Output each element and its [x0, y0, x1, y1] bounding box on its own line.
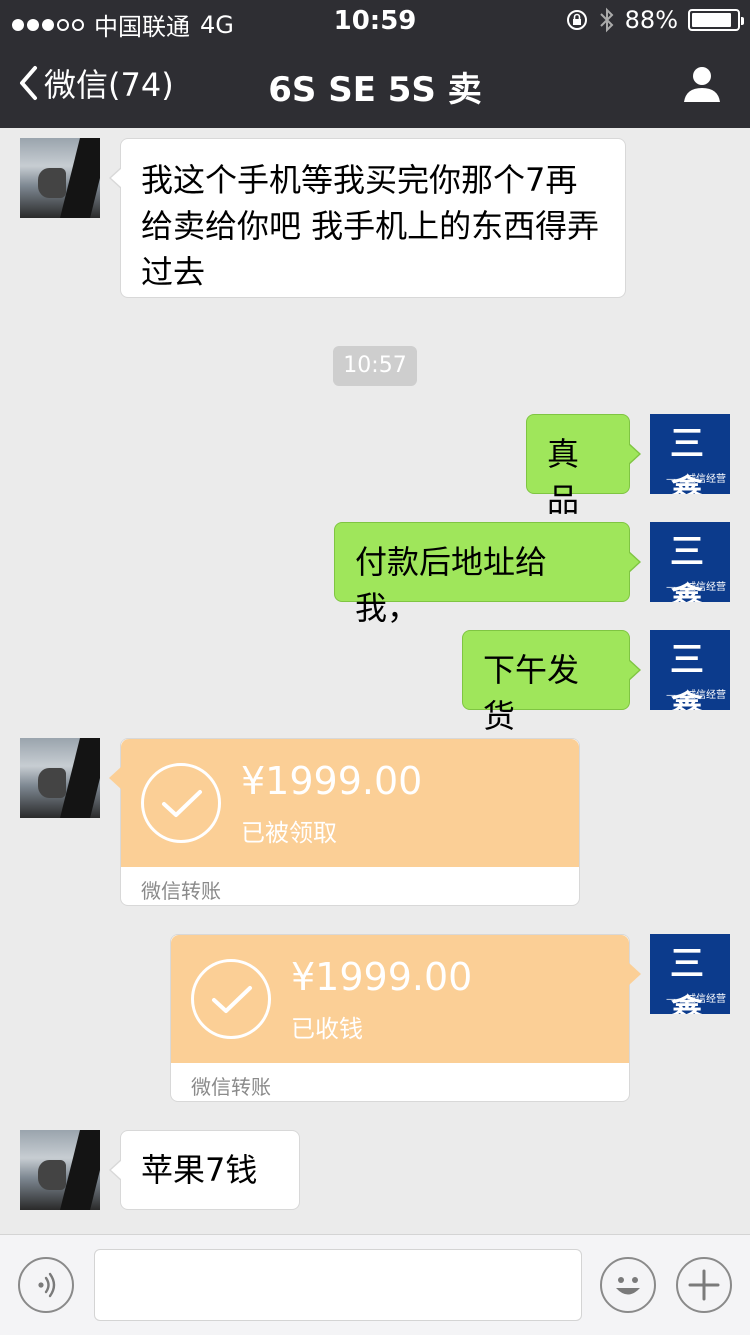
chat-title: 6S SE 5S 卖: [268, 70, 482, 110]
input-bar: [0, 1234, 750, 1335]
my-avatar[interactable]: 三 鑫 ——诚信经营: [650, 934, 730, 1014]
plus-icon: [688, 1269, 720, 1301]
top-bar: 中国联通 4G 10:59 88% 微信(74) 6S SE 5S 卖: [0, 0, 750, 128]
transfer-card[interactable]: ¥1999.00 已被领取 微信转账: [109, 738, 580, 906]
transfer-status: 已收钱: [291, 1015, 363, 1043]
message-text: 苹果7钱: [141, 1151, 258, 1189]
more-button[interactable]: [676, 1257, 732, 1313]
bluetooth-icon: [599, 7, 614, 33]
emoji-button[interactable]: [600, 1257, 656, 1313]
message-row-outgoing: ¥1999.00 已收钱 微信转账 三 鑫 ——诚信经营: [0, 934, 750, 1102]
checkmark-circle-icon: [191, 959, 271, 1039]
my-avatar[interactable]: 三 鑫 ——诚信经营: [650, 414, 730, 494]
transfer-footer-label: 微信转账: [141, 879, 221, 903]
contact-avatar[interactable]: [20, 1130, 100, 1210]
message-bubble[interactable]: 苹果7钱: [109, 1130, 300, 1210]
message-timestamp: 10:57: [333, 346, 417, 386]
message-row-incoming: 我这个手机等我买完你那个7再给卖给你吧 我手机上的东西得弄过去: [0, 138, 750, 298]
transfer-footer-label: 微信转账: [191, 1075, 271, 1099]
message-text: 下午发货: [483, 651, 580, 735]
message-row-incoming: 苹果7钱: [0, 1130, 750, 1210]
message-bubble[interactable]: 真品: [526, 414, 641, 519]
contact-avatar[interactable]: [20, 738, 100, 818]
voice-toggle-button[interactable]: [18, 1257, 74, 1313]
message-row-outgoing: 付款后地址给我， 三 鑫 ——诚信经营: [0, 522, 750, 627]
message-input[interactable]: [94, 1249, 582, 1321]
nav-bar: 微信(74) 6S SE 5S 卖: [0, 40, 750, 128]
battery-percentage: 88%: [624, 6, 678, 34]
my-avatar[interactable]: 三 鑫 ——诚信经营: [650, 522, 730, 602]
checkmark-circle-icon: [141, 763, 221, 843]
transfer-card[interactable]: ¥1999.00 已收钱 微信转账: [170, 934, 641, 1102]
contact-avatar[interactable]: [20, 138, 100, 218]
message-text: 真品: [547, 435, 580, 519]
status-right: 88%: [565, 6, 744, 34]
chat-info-person-icon[interactable]: [682, 64, 722, 104]
status-bar: 中国联通 4G 10:59 88%: [0, 0, 750, 41]
orientation-lock-icon: [566, 10, 587, 30]
transfer-card-header: ¥1999.00 已收钱: [171, 935, 629, 1063]
message-row-incoming: ¥1999.00 已被领取 微信转账: [0, 738, 750, 906]
transfer-amount: ¥1999.00: [241, 759, 423, 803]
message-bubble[interactable]: 付款后地址给我，: [334, 522, 641, 627]
transfer-card-header: ¥1999.00 已被领取: [121, 739, 579, 867]
smiley-icon: [616, 1277, 640, 1295]
message-text: 我这个手机等我买完你那个7再给卖给你吧 我手机上的东西得弄过去: [141, 161, 600, 291]
message-bubble[interactable]: 下午发货: [462, 630, 641, 735]
my-avatar[interactable]: 三 鑫 ——诚信经营: [650, 630, 730, 710]
transfer-status: 已被领取: [241, 819, 337, 847]
message-row-outgoing: 真品 三 鑫 ——诚信经营: [0, 414, 750, 519]
message-text: 付款后地址给我，: [355, 543, 548, 627]
message-bubble[interactable]: 我这个手机等我买完你那个7再给卖给你吧 我手机上的东西得弄过去: [109, 138, 626, 298]
transfer-amount: ¥1999.00: [291, 955, 473, 999]
message-row-outgoing: 下午发货 三 鑫 ——诚信经营: [0, 630, 750, 735]
voice-icon: [38, 1272, 56, 1298]
battery-icon: [688, 9, 744, 31]
